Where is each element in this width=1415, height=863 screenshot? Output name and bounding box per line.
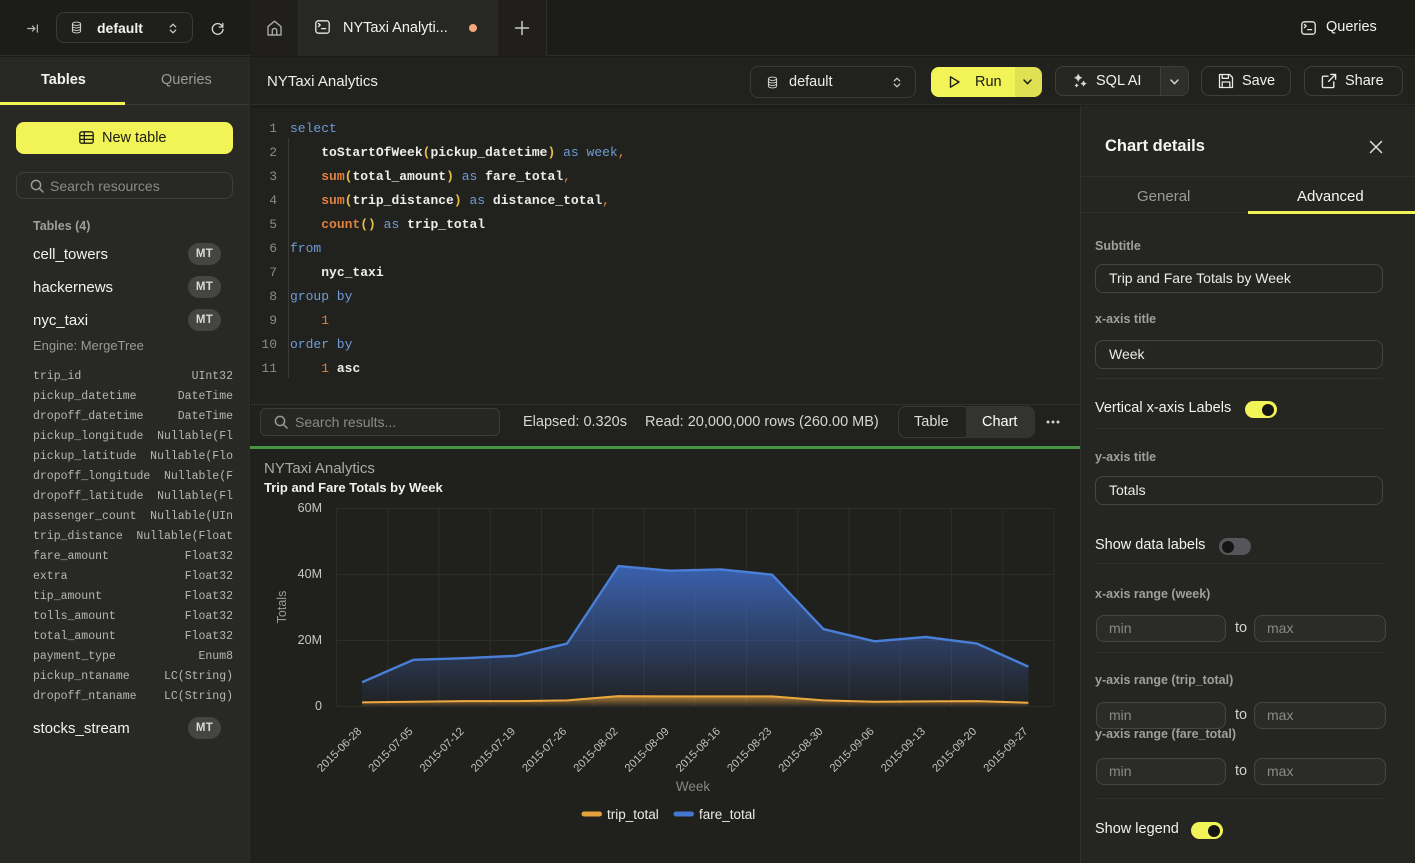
svg-text:2015-07-12: 2015-07-12 — [418, 726, 467, 775]
svg-text:2015-08-23: 2015-08-23 — [725, 726, 774, 775]
svg-text:40M: 40M — [298, 567, 322, 581]
svg-text:2015-07-05: 2015-07-05 — [367, 726, 416, 775]
svg-text:2015-08-09: 2015-08-09 — [623, 726, 672, 775]
svg-text:2015-07-26: 2015-07-26 — [520, 726, 569, 775]
svg-text:Totals: Totals — [275, 591, 289, 624]
svg-text:2015-08-16: 2015-08-16 — [674, 726, 723, 775]
svg-text:Week: Week — [676, 779, 711, 794]
svg-text:2015-08-30: 2015-08-30 — [777, 726, 826, 775]
svg-text:fare_total: fare_total — [699, 807, 755, 822]
svg-text:2015-08-02: 2015-08-02 — [572, 726, 621, 775]
svg-text:2015-09-13: 2015-09-13 — [879, 726, 928, 775]
svg-text:trip_total: trip_total — [607, 807, 659, 822]
svg-text:20M: 20M — [298, 633, 322, 647]
svg-text:2015-09-20: 2015-09-20 — [930, 726, 979, 775]
svg-text:2015-07-19: 2015-07-19 — [469, 726, 518, 775]
svg-text:0: 0 — [315, 699, 322, 713]
svg-text:2015-06-28: 2015-06-28 — [315, 726, 364, 775]
svg-text:2015-09-06: 2015-09-06 — [828, 726, 877, 775]
svg-text:2015-09-27: 2015-09-27 — [982, 726, 1031, 775]
svg-text:Trip and Fare Totals by Week: Trip and Fare Totals by Week — [264, 480, 443, 495]
svg-text:NYTaxi Analytics: NYTaxi Analytics — [264, 460, 375, 477]
svg-text:60M: 60M — [298, 501, 322, 515]
